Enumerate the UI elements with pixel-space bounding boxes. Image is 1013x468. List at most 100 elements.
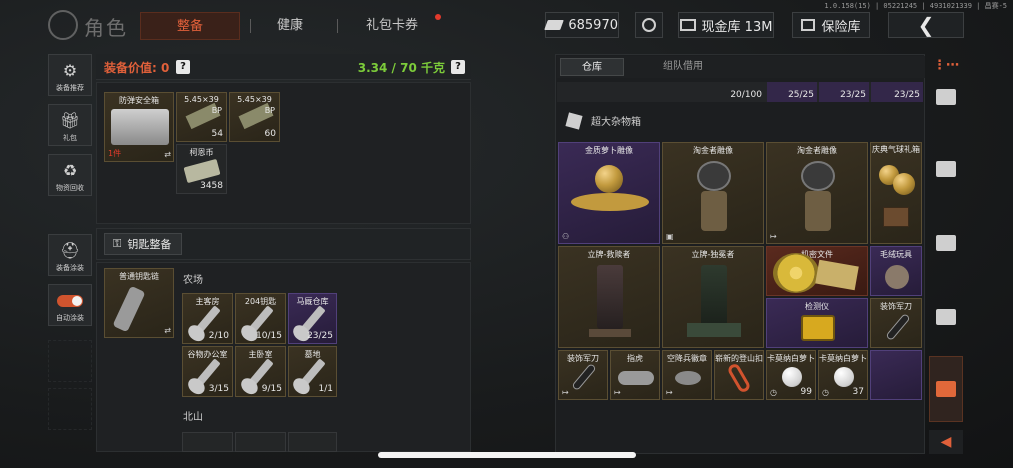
sidebar-empty-slot (48, 388, 92, 430)
sidebar-item-gift[interactable]: 🎁︎ 礼包 (48, 104, 92, 146)
warehouse-item[interactable]: 检测仪 (766, 298, 868, 348)
safe-box-slot[interactable]: 防弹安全箱 1件 ⇄ (104, 92, 174, 162)
empty-key-slot[interactable] (182, 432, 233, 452)
tab-separator (250, 19, 251, 33)
profile-button[interactable] (635, 12, 663, 38)
warehouse-item[interactable]: 立牌-救赎者 (558, 246, 660, 348)
auto-paint-toggle[interactable] (57, 295, 83, 307)
empty-key-slot[interactable] (235, 432, 286, 452)
lock-icon: ⚇ (562, 232, 570, 241)
warehouse-item[interactable]: 淘金者雕像 ↦ (766, 142, 868, 244)
warehouse-item[interactable]: 装饰军刀 (870, 298, 922, 348)
helmet-icon: ⛑ (60, 241, 81, 260)
item-name: 5.45×39 (184, 95, 219, 104)
keychain-label[interactable]: ⚿ 钥匙整备 (104, 233, 183, 255)
capacity-text: 20/100 (730, 90, 762, 100)
key-slot[interactable]: 主卧室 9/15 (235, 346, 286, 397)
box-icon (936, 309, 956, 325)
warehouse-item[interactable]: 装饰军刀 ↦ (558, 350, 608, 400)
statue-body (701, 191, 727, 231)
warehouse-item[interactable]: 金质萝卜雕像 ⚇ (558, 142, 660, 244)
money-icon (544, 20, 565, 30)
item-name: 淘金者雕像 (797, 146, 837, 155)
warehouse-item[interactable]: 庆典气球礼箱 (870, 142, 922, 244)
empty-key-slot[interactable] (288, 432, 337, 452)
help-icon[interactable]: ? (451, 60, 465, 74)
tab-team-borrow[interactable]: 组队借用 (643, 58, 723, 76)
safe-box-button[interactable]: 保险库 (792, 12, 870, 38)
key-name: 墓地 (304, 350, 321, 359)
item-count: 99 (800, 387, 812, 397)
key-slot[interactable]: 马厩仓库 23/25 (288, 293, 337, 344)
sidebar-item-paint[interactable]: ⛑ 装备涂装 (48, 234, 92, 276)
warehouse-item[interactable]: 指虎 ↦ (610, 350, 660, 400)
clock-icon: ◷ (770, 388, 777, 397)
cash-store-button[interactable]: 现金库 13M (678, 12, 774, 38)
help-icon[interactable]: ? (176, 60, 190, 74)
statue-base (571, 193, 649, 211)
tab-equip[interactable]: 整备 (140, 12, 240, 40)
item-name: 卡莫纳白萝卜 (819, 354, 867, 363)
item-count: 54 (211, 129, 223, 139)
saber-icon (571, 362, 597, 392)
key-name: 主卧室 (248, 350, 273, 359)
radish-icon (834, 367, 854, 387)
swap-icon[interactable]: ⇄ (164, 150, 171, 159)
warehouse-item[interactable]: 空降兵徽章 ↦ (662, 350, 712, 400)
container-tab[interactable] (929, 284, 963, 350)
safe-box-timer: 1件 (108, 149, 122, 158)
warehouse-item[interactable]: 崭新的登山扣 (714, 350, 764, 400)
home-indicator (378, 452, 636, 458)
container-tab[interactable] (929, 64, 963, 130)
standee-icon (597, 265, 623, 329)
ammo-slot[interactable]: 5.45×39 BP 54 (176, 92, 227, 142)
ammo-slot[interactable]: 5.45×39 BP 60 (229, 92, 280, 142)
tab-gift-cards[interactable]: 礼包卡券 (350, 12, 434, 40)
strip-item-count[interactable]: 23/25 (819, 82, 869, 102)
strip-item-count[interactable]: 25/25 (767, 82, 817, 102)
warehouse-item[interactable]: 卡莫纳白萝卜 ◷ 37 (818, 350, 868, 400)
back-button[interactable]: ❮ (888, 12, 964, 38)
cash-icon (679, 19, 696, 31)
keychain-slot[interactable]: 普通钥匙链 ⇄ (104, 268, 174, 338)
warehouse-item[interactable]: 立牌-独冕者 (662, 246, 764, 348)
warehouse-item[interactable]: 机密文件 (766, 246, 868, 296)
gun-icon: ⚙ (62, 61, 78, 80)
person-icon (642, 18, 656, 32)
tab-warehouse[interactable]: 仓库 (560, 58, 624, 76)
container-tab[interactable] (929, 210, 963, 276)
coin-slot[interactable]: 柯恩币 3458 (176, 144, 227, 194)
key-icon (299, 357, 326, 386)
balloon-icon (893, 173, 915, 195)
item-count: 60 (264, 129, 276, 139)
keychain-icon (112, 285, 146, 333)
sidebar-item-auto-paint[interactable]: 自动涂装 (48, 284, 92, 326)
statue-body (805, 191, 831, 231)
item-name: 崭新的登山扣 (715, 354, 763, 363)
warehouse-item[interactable]: 卡莫纳白萝卜 ◷ 99 (766, 350, 816, 400)
key-count: 23/25 (307, 331, 333, 341)
key-slot[interactable]: 主客房 2/10 (182, 293, 233, 344)
tab-health[interactable]: 健康 (255, 12, 325, 40)
empty-slot[interactable] (870, 350, 922, 400)
sidebar-item-recycle[interactable]: ♻ 物资回收 (48, 154, 92, 196)
sidebar-item-recommend[interactable]: ⚙ 装备推荐 (48, 54, 92, 96)
clock-icon: ◷ (822, 388, 829, 397)
sidebar-label: 自动涂装 (56, 314, 84, 322)
currency-display[interactable]: 685970 (544, 12, 619, 38)
key-slot[interactable]: 204钥匙 10/15 (235, 293, 286, 344)
key-slot[interactable]: 墓地 1/1 (288, 346, 337, 397)
key-slot[interactable]: 谷物办公室 3/15 (182, 346, 233, 397)
warehouse-item[interactable]: 淘金者雕像 ▣ (662, 142, 764, 244)
warehouse-item[interactable]: 毛绒玩具 (870, 246, 922, 296)
item-name: 指虎 (627, 354, 643, 363)
ammo-type: BP (211, 106, 222, 115)
container-tab-active[interactable] (929, 356, 963, 422)
container-tab[interactable] (929, 136, 963, 202)
collapse-button[interactable]: ◀ (929, 430, 963, 454)
detector-icon (801, 315, 835, 341)
strip-item-count[interactable]: 23/25 (871, 82, 923, 102)
item-name: 庆典气球礼箱 (872, 145, 920, 154)
swap-icon[interactable]: ⇄ (164, 326, 171, 335)
key-name: 谷物办公室 (187, 350, 228, 359)
